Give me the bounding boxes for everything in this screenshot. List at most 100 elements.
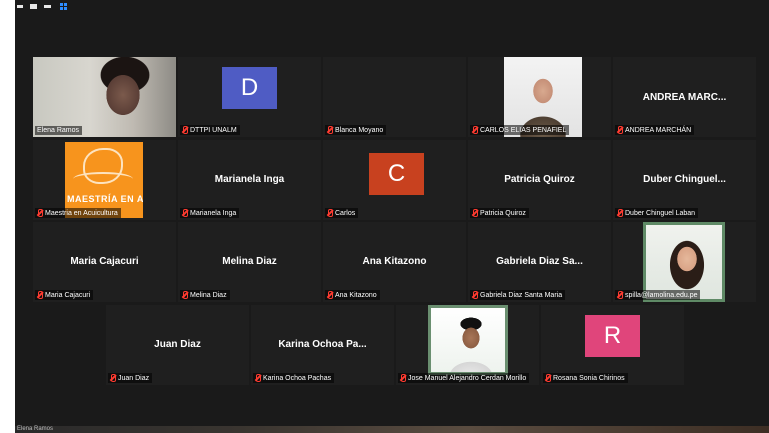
participant-tile-duber[interactable]: Duber Chinguel... Duber Chinguel Laban [613,140,756,220]
participant-tile-spilla[interactable]: spilla@lamolina.edu.pe [613,222,756,302]
participant-name: spilla@lamolina.edu.pe [625,291,698,299]
profile-photo [428,305,508,375]
participant-display-name: Patricia Quiroz [504,174,575,185]
participant-tile-ana[interactable]: Ana Kitazono Ana Kitazono [323,222,466,302]
avatar: D [222,67,277,109]
avatar-initial: C [387,160,406,187]
participant-tile-blanca[interactable]: Blanca Moyano [323,57,466,137]
participant-tile-andrea[interactable]: ANDREA MARC... ANDREA MARCHÁN [613,57,756,137]
participant-name: Marianela Inga [190,209,237,217]
participant-label: Karina Ochoa Pachas [253,373,335,383]
participant-label: Melina Diaz [180,290,230,300]
participant-name: Carlos [335,209,356,217]
participant-tile-karina[interactable]: Karina Ochoa Pa... Karina Ochoa Pachas [251,305,394,385]
gallery-view-icon[interactable] [60,3,67,10]
restore-icon[interactable] [30,4,37,9]
self-view-label: Elena Ramos [17,426,54,432]
participant-name: CARLOS ELIAS PENAFIEL [480,126,567,134]
avatar: R [585,315,640,357]
participant-label: spilla@lamolina.edu.pe [615,290,701,300]
participant-label: Gabriela Diaz Santa Maria [470,290,566,300]
muted-mic-icon [545,374,551,382]
top-bar [15,0,769,18]
participant-tile-marianela[interactable]: Marianela Inga Marianela Inga [178,140,321,220]
muted-mic-icon [255,374,261,382]
muted-mic-icon [327,126,333,134]
participant-tile-dttpi[interactable]: D DTTPI UNALM [178,57,321,137]
participant-tile-gabriela[interactable]: Gabriela Diaz Sa... Gabriela Diaz Santa … [468,222,611,302]
participant-video [33,57,176,137]
logo-text: MAESTRÍA EN ACUICULTURA [67,194,143,204]
participant-name: Duber Chinguel Laban [625,209,696,217]
muted-mic-icon [617,291,623,299]
muted-mic-icon [182,126,188,134]
participant-tile-melina[interactable]: Melina Diaz Melina Diaz [178,222,321,302]
participant-label: Jose Manuel Alejandro Cerdan Morillo [398,373,530,383]
participant-label: Duber Chinguel Laban [615,208,699,218]
muted-mic-icon [182,209,188,217]
participant-display-name: ANDREA MARC... [642,92,727,103]
muted-mic-icon [472,291,478,299]
participant-tile-carlos[interactable]: C Carlos [323,140,466,220]
participant-name: ANDREA MARCHÁN [625,126,692,134]
muted-mic-icon [37,291,43,299]
participant-tile-patricia[interactable]: Patricia Quiroz Patricia Quiroz [468,140,611,220]
participant-tile-jose[interactable]: Jose Manuel Alejandro Cerdan Morillo [396,305,539,385]
participant-name: Patricia Quiroz [480,209,526,217]
participant-display-name: Duber Chinguel... [643,174,726,185]
participant-label: Maestria en Acuicultura [35,208,121,218]
participant-display-name: Marianela Inga [214,174,285,185]
participant-display-name: Ana Kitazono [362,256,427,267]
participant-display-name: Maria Cajacuri [70,256,139,267]
participant-label: Carlos [325,208,359,218]
participant-name: Gabriela Diaz Santa Maria [480,291,563,299]
participant-name: Jose Manuel Alejandro Cerdan Morillo [408,374,527,382]
participant-tile-elena[interactable]: Elena Ramos [33,57,176,137]
participant-name: Maria Cajacuri [45,291,91,299]
participant-display-name: Gabriela Diaz Sa... [496,256,583,267]
participant-name: Blanca Moyano [335,126,384,134]
participant-label: Blanca Moyano [325,125,387,135]
participant-label: Rosana Sonia Chirinos [543,373,628,383]
participant-name: Rosana Sonia Chirinos [553,374,625,382]
maestria-logo: MAESTRÍA EN ACUICULTURA [65,142,143,218]
muted-mic-icon [327,209,333,217]
muted-mic-icon [617,126,623,134]
muted-mic-icon [327,291,333,299]
muted-mic-icon [472,209,478,217]
participant-display-name: Melina Diaz [222,256,277,267]
participant-label: Ana Kitazono [325,290,380,300]
participant-display-name: Juan Diaz [154,339,201,350]
muted-mic-icon [37,209,43,217]
participant-tile-maria[interactable]: Maria Cajacuri Maria Cajacuri [33,222,176,302]
maximize-icon[interactable] [44,5,51,8]
participant-name: Maestria en Acuicultura [45,209,118,217]
participant-name: Elena Ramos [37,127,80,134]
participant-name: Ana Kitazono [335,291,377,299]
participant-label: ANDREA MARCHÁN [615,125,695,135]
participant-tile-maestria[interactable]: MAESTRÍA EN ACUICULTURA Maestria en Acui… [33,140,176,220]
muted-mic-icon [110,374,116,382]
participant-name: Melina Diaz [190,291,227,299]
muted-mic-icon [617,209,623,217]
minimize-icon[interactable] [17,5,23,8]
participant-label: Patricia Quiroz [470,208,529,218]
avatar: C [369,153,424,195]
muted-mic-icon [472,126,478,134]
self-view-strip: Elena Ramos [15,426,769,433]
participant-label: DTTPI UNALM [180,125,240,135]
participant-name: Juan Diaz [118,374,150,382]
avatar-initial: R [603,322,622,349]
muted-mic-icon [400,374,406,382]
avatar-initial: D [240,74,259,101]
participant-label: Juan Diaz [108,373,153,383]
participant-tile-carlos-elias[interactable]: CARLOS ELIAS PENAFIEL [468,57,611,137]
participant-label: Elena Ramos [35,126,83,135]
participant-label: CARLOS ELIAS PENAFIEL [470,125,570,135]
participant-name: DTTPI UNALM [190,126,237,134]
participant-tile-juan[interactable]: Juan Diaz Juan Diaz [106,305,249,385]
muted-mic-icon [182,291,188,299]
participant-label: Marianela Inga [180,208,240,218]
logo-wave [73,172,133,186]
participant-tile-rosana[interactable]: R Rosana Sonia Chirinos [541,305,684,385]
